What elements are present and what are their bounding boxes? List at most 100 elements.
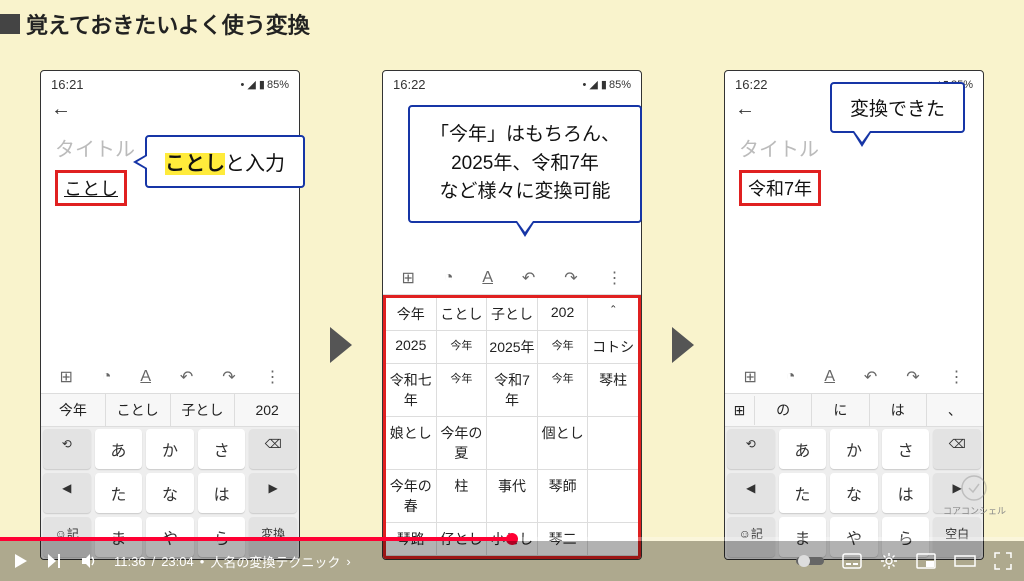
suggestion[interactable]: 琴師: [538, 470, 589, 522]
keyboard-area: ⊞ ◔ A ↶ ↷ ⋮ 今年 ことし 子とし 202 ⟲ あ: [41, 361, 299, 559]
palette-icon[interactable]: ◔: [786, 368, 796, 386]
suggestion[interactable]: 今年の夏: [437, 417, 488, 469]
kb-key[interactable]: ▶: [249, 473, 297, 513]
volume-button[interactable]: [80, 552, 98, 570]
captions-button[interactable]: [842, 553, 862, 569]
suggestion-expanded: 今年ことし子とし202＾ 2025今年2025年今年コトシ 令和七年今年令和7年…: [383, 295, 641, 559]
status-icons: • ◢ ▮ 85%: [582, 77, 631, 92]
suggestion[interactable]: [588, 470, 638, 522]
suggestion[interactable]: 今年: [437, 364, 488, 416]
nav-row: ←: [41, 94, 299, 125]
play-button[interactable]: [12, 552, 30, 570]
chapter-title[interactable]: 人名の変換テクニック: [210, 552, 340, 571]
suggestion[interactable]: 今年: [41, 394, 106, 426]
suggestion[interactable]: 子とし: [487, 298, 538, 330]
suggestion[interactable]: 娘とし: [386, 417, 437, 469]
suggestion[interactable]: の: [755, 394, 812, 426]
suggestion[interactable]: ことし: [437, 298, 488, 330]
player-controls: 11:36 / 23:04 • 人名の変換テクニック ›: [0, 541, 1024, 581]
kb-key[interactable]: か: [146, 429, 194, 469]
suggestion[interactable]: [588, 417, 638, 469]
suggestion[interactable]: 、: [927, 394, 983, 426]
suggestion[interactable]: 202: [235, 396, 299, 424]
chevron-right-icon[interactable]: ›: [346, 554, 350, 569]
suggestion[interactable]: 令和七年: [386, 364, 437, 416]
kb-key[interactable]: ⟲: [727, 429, 775, 469]
more-icon[interactable]: ⋮: [265, 367, 281, 387]
kb-key[interactable]: あ: [779, 429, 827, 469]
arrow-icon: [330, 327, 352, 363]
miniplayer-button[interactable]: [916, 553, 936, 569]
editor-toolbar: ⊞ ◔ A ↶ ↷ ⋮: [41, 361, 299, 394]
suggestion[interactable]: 今年: [538, 364, 589, 416]
suggestion[interactable]: 令和7年: [487, 364, 538, 416]
suggestion[interactable]: 琴柱: [588, 364, 638, 416]
clock: 16:21: [51, 77, 84, 92]
suggestion[interactable]: 今年: [386, 298, 437, 330]
next-button[interactable]: [46, 552, 64, 570]
more-icon[interactable]: ⋮: [949, 367, 965, 387]
keyboard-area: ⊞ ◔ A ↶ ↷ ⋮ 今年ことし子とし202＾ 2025今年2025年今年コト…: [383, 262, 641, 559]
kb-key[interactable]: た: [95, 473, 143, 513]
callout-input: ことしと入力: [145, 135, 305, 188]
suggestion[interactable]: ことし: [106, 394, 171, 426]
kb-key[interactable]: ⌫: [933, 429, 981, 469]
suggestion[interactable]: 今年: [437, 331, 488, 363]
kb-key[interactable]: ◀: [43, 473, 91, 513]
suggestion[interactable]: 202: [538, 298, 589, 330]
palette-icon[interactable]: ◔: [102, 368, 112, 386]
kb-key[interactable]: な: [830, 473, 878, 513]
plus-icon[interactable]: ⊞: [743, 367, 756, 387]
plus-icon[interactable]: ⊞: [401, 268, 414, 288]
kb-key[interactable]: は: [198, 473, 246, 513]
suggestion[interactable]: 柱: [437, 470, 488, 522]
suggestion[interactable]: 2025年: [487, 331, 538, 363]
kb-key[interactable]: ⌫: [249, 429, 297, 469]
kb-key[interactable]: さ: [198, 429, 246, 469]
suggestion[interactable]: に: [812, 394, 869, 426]
format-icon[interactable]: A: [824, 368, 835, 386]
channel-watermark[interactable]: コアコンシェル: [943, 474, 1006, 517]
settings-button[interactable]: [880, 552, 898, 570]
kb-key[interactable]: ⟲: [43, 429, 91, 469]
palette-icon[interactable]: ◔: [444, 269, 454, 287]
suggestion[interactable]: 事代: [487, 470, 538, 522]
suggestion[interactable]: は: [870, 394, 927, 426]
autoplay-toggle[interactable]: [796, 554, 824, 568]
format-icon[interactable]: A: [482, 269, 493, 287]
undo-icon[interactable]: ↶: [522, 268, 535, 288]
collapse-icon[interactable]: ＾: [588, 298, 638, 330]
suggestion[interactable]: 2025: [386, 331, 437, 363]
suggestion-row: 今年 ことし 子とし 202: [41, 394, 299, 427]
suggestion[interactable]: 子とし: [171, 394, 236, 426]
suggestion[interactable]: 個とし: [538, 417, 589, 469]
redo-icon[interactable]: ↷: [564, 268, 577, 288]
kb-key[interactable]: さ: [882, 429, 930, 469]
back-icon[interactable]: ←: [735, 98, 755, 121]
grid-icon[interactable]: ⊞: [725, 396, 755, 425]
suggestion[interactable]: [487, 417, 538, 469]
kb-key[interactable]: な: [146, 473, 194, 513]
undo-icon[interactable]: ↶: [180, 367, 193, 387]
undo-icon[interactable]: ↶: [864, 367, 877, 387]
kb-key[interactable]: ◀: [727, 473, 775, 513]
more-icon[interactable]: ⋮: [607, 268, 623, 288]
fullscreen-button[interactable]: [994, 552, 1012, 570]
callout-explanation: 「今年」はもちろん、 2025年、令和7年 など様々に変換可能: [408, 105, 642, 223]
suggestion[interactable]: 今年: [538, 331, 589, 363]
kb-key[interactable]: か: [830, 429, 878, 469]
status-icons: • ◢ ▮ 85%: [240, 77, 289, 92]
theater-button[interactable]: [954, 553, 976, 569]
redo-icon[interactable]: ↷: [222, 367, 235, 387]
editor-toolbar: ⊞ ◔ A ↶ ↷ ⋮: [725, 361, 983, 394]
kb-key[interactable]: は: [882, 473, 930, 513]
suggestion[interactable]: コトシ: [588, 331, 638, 363]
kb-key[interactable]: あ: [95, 429, 143, 469]
plus-icon[interactable]: ⊞: [59, 367, 72, 387]
redo-icon[interactable]: ↷: [906, 367, 919, 387]
kb-key[interactable]: た: [779, 473, 827, 513]
suggestion[interactable]: 今年の春: [386, 470, 437, 522]
format-icon[interactable]: A: [140, 368, 151, 386]
suggestion-row: ⊞ の に は 、: [725, 394, 983, 427]
back-icon[interactable]: ←: [51, 98, 71, 121]
